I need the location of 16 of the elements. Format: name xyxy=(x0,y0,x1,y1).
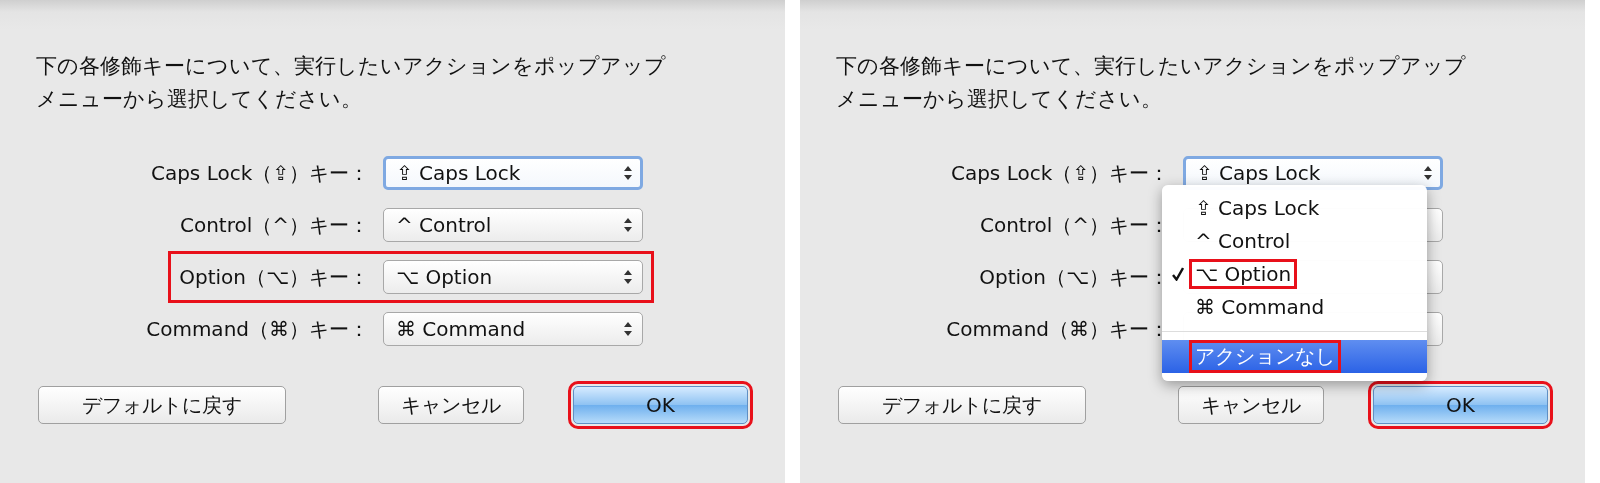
instruction-text: 下の各修飾キーについて、実行したいアクションをポップアップメニューから選択してください。 xyxy=(836,53,1467,113)
key-label: Option（⌥）キー： xyxy=(179,263,369,291)
popup-button[interactable]: ⇪ Caps Lock xyxy=(383,156,643,190)
dialog-button[interactable]: キャンセル xyxy=(1178,386,1324,424)
key-label: Caps Lock（⇪）キー： xyxy=(150,159,369,187)
dialog-button[interactable]: デフォルトに戻す xyxy=(38,386,286,424)
key-label: Caps Lock（⇪）キー： xyxy=(950,159,1169,187)
instruction-text: 下の各修飾キーについて、実行したいアクションをポップアップメニューから選択してください。 xyxy=(36,53,667,113)
dialog-button[interactable]: デフォルトに戻す xyxy=(838,386,1086,424)
key-label: Command（⌘）キー： xyxy=(146,315,369,343)
popup-button[interactable]: ⌥ Option xyxy=(383,260,643,294)
popup-button[interactable]: ⌘ Command xyxy=(383,312,643,346)
menu-item[interactable]: アクションなし xyxy=(1162,340,1427,373)
dialog-button[interactable]: キャンセル xyxy=(378,386,524,424)
key-label: Control（^）キー： xyxy=(179,211,369,239)
popup-button[interactable]: ^ Control xyxy=(383,208,643,242)
